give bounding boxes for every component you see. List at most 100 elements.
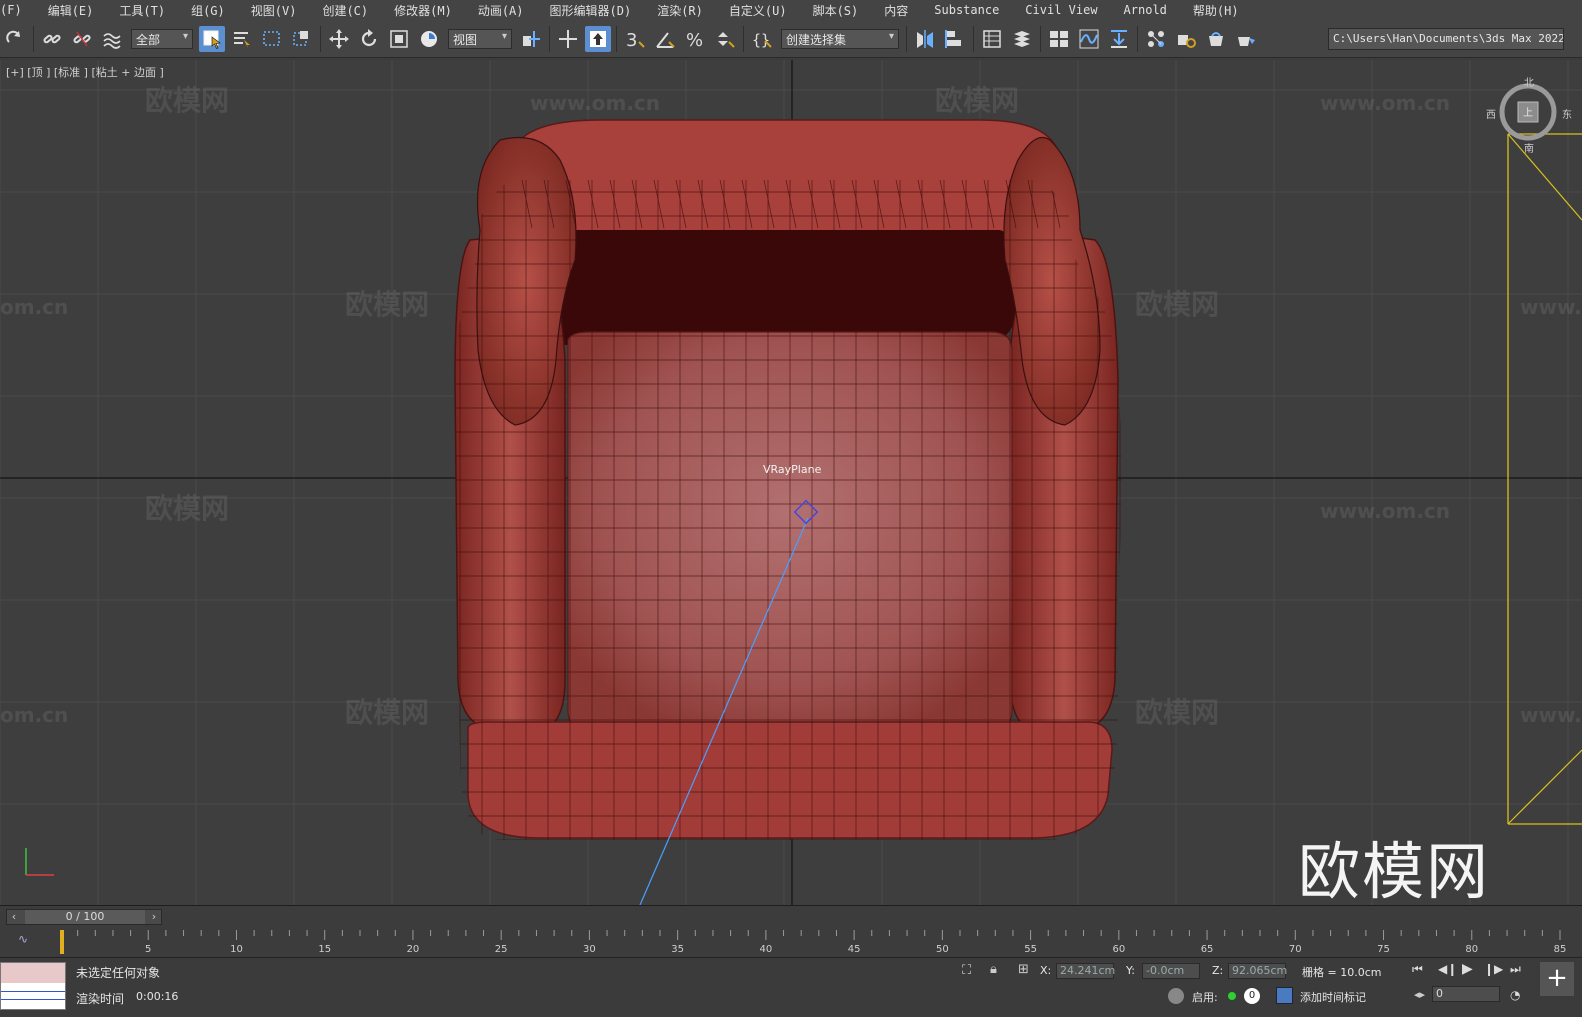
- schematic-view-icon[interactable]: [1106, 26, 1132, 52]
- rendered-frame-window-icon[interactable]: [1203, 26, 1229, 52]
- maxscript-listener-preview[interactable]: [0, 962, 66, 1010]
- selection-filter-dropdown[interactable]: 全部: [131, 28, 193, 49]
- watermark-8: www.: [1520, 295, 1582, 319]
- angle-snap-icon[interactable]: [652, 26, 678, 52]
- menu-item-16[interactable]: 帮助(H): [1193, 2, 1253, 19]
- prev-frame-arrow-icon[interactable]: ‹: [7, 910, 21, 924]
- menu-item-10[interactable]: 自定义(U): [729, 2, 801, 19]
- viewcube-north[interactable]: 北: [1524, 74, 1534, 89]
- play-icon[interactable]: ▶: [1462, 961, 1473, 977]
- unlink-icon[interactable]: [69, 26, 95, 52]
- next-frame-icon[interactable]: ❙▶: [1484, 962, 1503, 976]
- viewcube[interactable]: 北 西 东 南 上: [1486, 78, 1572, 155]
- render-production-icon[interactable]: [1233, 26, 1259, 52]
- watermark-5: 欧模网: [345, 288, 429, 321]
- key-mode-icon[interactable]: ◂▸: [1414, 988, 1425, 1001]
- vray-plane-label: VRayPlane: [763, 463, 822, 476]
- menu-item-15[interactable]: Arnold: [1124, 3, 1181, 17]
- sofa-model[interactable]: [450, 119, 1125, 840]
- enable-count-badge[interactable]: 0: [1244, 988, 1260, 1004]
- selection-lock-icon[interactable]: 🔒︎: [990, 962, 997, 977]
- place-icon[interactable]: [416, 26, 442, 52]
- select-object-icon[interactable]: [199, 25, 225, 52]
- absolute-mode-icon[interactable]: ⊞: [1018, 962, 1029, 977]
- menu-item-1[interactable]: 编辑(E): [48, 2, 108, 19]
- menu-item-7[interactable]: 动画(A): [478, 2, 538, 19]
- status-bar: 未选定任何对象 渲染时间 0:00:16 ⛶ 🔒︎ ⊞ X: 24.241cm …: [0, 957, 1582, 1017]
- time-slider-thumb[interactable]: 0 / 100: [25, 910, 145, 924]
- time-config-icon[interactable]: ◔: [1510, 988, 1520, 1002]
- window-crossing-icon[interactable]: [289, 26, 315, 52]
- selection-status: 未选定任何对象: [76, 966, 161, 980]
- menu-item-6[interactable]: 修改器(M): [394, 2, 466, 19]
- ribbon-toggle-icon[interactable]: [1046, 26, 1072, 52]
- curve-editor-icon[interactable]: [1076, 26, 1102, 52]
- create-panel-plus-icon[interactable]: +: [1540, 962, 1574, 996]
- material-editor-icon[interactable]: [1143, 26, 1169, 52]
- viewcube-east[interactable]: 东: [1562, 106, 1572, 121]
- viewcube-top-face[interactable]: 上: [1523, 104, 1533, 119]
- edit-named-selection-icon[interactable]: {}: [749, 26, 775, 52]
- tick-label-9: 50: [936, 944, 949, 954]
- reference-coordinate-dropdown[interactable]: 视图: [448, 28, 512, 49]
- camera-frame-diag2: [1507, 749, 1582, 825]
- align-icon[interactable]: [942, 26, 968, 52]
- menu-item-8[interactable]: 图形编辑器(D): [550, 2, 646, 19]
- viewport-label[interactable]: [+] [顶 ] [标准 ] [粘土 + 边面 ]: [6, 64, 164, 80]
- project-path-field[interactable]: C:\Users\Han\Documents\3ds Max 2022: [1328, 28, 1564, 50]
- redo-icon[interactable]: [2, 26, 28, 52]
- add-time-tag-icon[interactable]: [1276, 987, 1293, 1004]
- mirror-icon[interactable]: [912, 26, 938, 52]
- menu-item-9[interactable]: 渲染(R): [657, 2, 717, 19]
- rectangular-selection-icon[interactable]: [259, 26, 285, 52]
- current-frame-input[interactable]: 0: [1432, 986, 1500, 1002]
- tick-label-12: 65: [1201, 944, 1214, 954]
- x-coordinate-field[interactable]: 24.241cm: [1056, 963, 1115, 979]
- tick-label-6: 35: [671, 944, 684, 954]
- menu-item-11[interactable]: 脚本(S): [813, 2, 873, 19]
- track-bar[interactable]: 5 10 15 20 25 30 35 40 45 50 55 60 65 70 75 80 85: [59, 930, 1579, 955]
- named-selection-dropdown[interactable]: 创建选择集: [781, 28, 899, 49]
- menu-item-12[interactable]: 内容: [884, 2, 922, 19]
- menu-item-5[interactable]: 创建(C): [322, 2, 382, 19]
- time-tag-shield-icon[interactable]: [1168, 988, 1184, 1004]
- viewcube-south[interactable]: 南: [1524, 140, 1534, 155]
- current-frame-marker[interactable]: [60, 930, 64, 954]
- bind-space-warp-icon[interactable]: [99, 26, 125, 52]
- render-setup-icon[interactable]: [1173, 26, 1199, 52]
- menu-item-14[interactable]: Civil View: [1025, 3, 1111, 17]
- svg-text:%: %: [686, 30, 703, 50]
- rotate-icon[interactable]: [356, 26, 382, 52]
- previous-frame-icon[interactable]: ◀❙: [1438, 962, 1457, 976]
- menu-item-2[interactable]: 工具(T): [119, 2, 179, 19]
- viewcube-west[interactable]: 西: [1486, 106, 1496, 121]
- x-label: X:: [1040, 964, 1052, 977]
- time-slider[interactable]: ‹ 0 / 100 ›: [6, 909, 162, 925]
- y-coordinate-field[interactable]: -0.0cm: [1142, 963, 1200, 979]
- select-manipulate-icon[interactable]: [555, 26, 581, 52]
- go-to-end-icon[interactable]: ⏭: [1510, 962, 1521, 977]
- menu-item-3[interactable]: 组(G): [191, 2, 239, 19]
- z-coordinate-field[interactable]: 92.065cm: [1228, 963, 1287, 979]
- keyboard-shortcut-override-icon[interactable]: [585, 25, 611, 52]
- percent-snap-icon[interactable]: %: [682, 26, 708, 52]
- move-icon[interactable]: [326, 26, 352, 52]
- pivot-center-icon[interactable]: [518, 26, 544, 52]
- select-by-name-icon[interactable]: [229, 26, 255, 52]
- menu-item-13[interactable]: Substance: [934, 3, 1013, 17]
- menu-item-0[interactable]: (F): [0, 3, 36, 17]
- scale-icon[interactable]: [386, 26, 412, 52]
- spinner-snap-icon[interactable]: [712, 26, 738, 52]
- top-viewport[interactable]: 欧模网www.om.cn欧模网www.om.cnom.cn欧模网www.om.c…: [0, 60, 1582, 905]
- menu-item-4[interactable]: 视图(V): [251, 2, 311, 19]
- curve-editor-mini-icon[interactable]: ∿: [18, 932, 28, 946]
- add-time-tag-label[interactable]: 添加时间标记: [1300, 989, 1366, 1005]
- tick-label-8: 45: [848, 944, 861, 954]
- select-link-icon[interactable]: [39, 26, 65, 52]
- scene-explorer-icon[interactable]: [979, 26, 1005, 52]
- isolate-selection-icon[interactable]: ⛶: [962, 963, 971, 978]
- next-frame-arrow-icon[interactable]: ›: [147, 910, 161, 924]
- snaps-toggle-icon[interactable]: 3: [622, 26, 648, 52]
- layer-explorer-icon[interactable]: [1009, 26, 1035, 52]
- go-to-start-icon[interactable]: ⏮: [1412, 962, 1423, 977]
